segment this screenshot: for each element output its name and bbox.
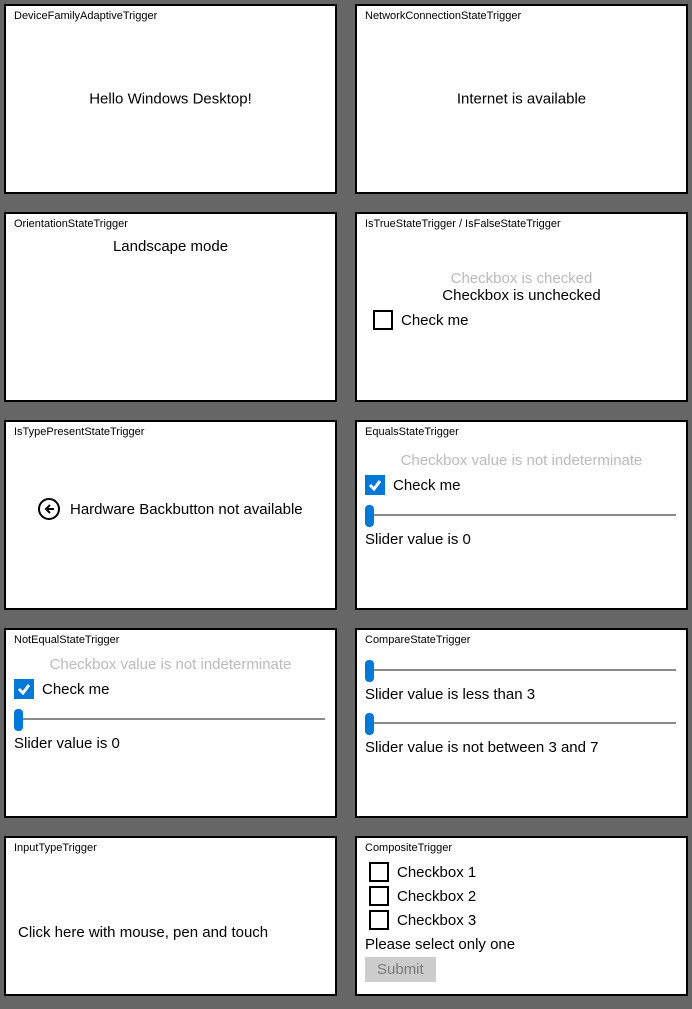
unchecked-message: Checkbox is unchecked — [365, 287, 678, 304]
checkme-checkbox[interactable] — [365, 475, 385, 495]
checkme-label: Check me — [401, 312, 469, 329]
checkbox-2-label: Checkbox 2 — [397, 888, 476, 905]
slider-2[interactable] — [365, 713, 678, 733]
card-title: CompositeTrigger — [365, 842, 678, 854]
card-orientation: OrientationStateTrigger Landscape mode — [4, 212, 337, 402]
card-title: IsTrueStateTrigger / IsFalseStateTrigger — [365, 218, 678, 230]
card-title: InputTypeTrigger — [14, 842, 327, 854]
card-true-false: IsTrueStateTrigger / IsFalseStateTrigger… — [355, 212, 688, 402]
input-type-message[interactable]: Click here with mouse, pen and touch — [18, 924, 327, 941]
card-not-equal: NotEqualStateTrigger Checkbox value is n… — [4, 628, 337, 818]
checkbox-3[interactable] — [369, 910, 389, 930]
slider-track — [371, 669, 676, 671]
slider-value-message: Slider value is 0 — [14, 735, 327, 752]
card-equals: EqualsStateTrigger Checkbox value is not… — [355, 420, 688, 610]
indeterminate-message: Checkbox value is not indeterminate — [365, 452, 678, 469]
checkme-label: Check me — [42, 681, 110, 698]
slider-track — [20, 718, 325, 720]
card-title: NetworkConnectionStateTrigger — [365, 10, 678, 22]
card-title: CompareStateTrigger — [365, 634, 678, 646]
compare-msg-1: Slider value is less than 3 — [365, 686, 678, 703]
back-arrow-icon — [38, 498, 60, 520]
card-compare: CompareStateTrigger Slider value is less… — [355, 628, 688, 818]
device-family-message: Hello Windows Desktop! — [89, 91, 252, 108]
card-input-type: InputTypeTrigger Click here with mouse, … — [4, 836, 337, 996]
slider[interactable] — [365, 505, 678, 525]
orientation-message: Landscape mode — [14, 238, 327, 255]
card-title: EqualsStateTrigger — [365, 426, 678, 438]
backbutton-message: Hardware Backbutton not available — [70, 501, 303, 518]
slider[interactable] — [14, 709, 327, 729]
checkme-checkbox[interactable] — [373, 310, 393, 330]
checkbox-2[interactable] — [369, 886, 389, 906]
submit-button[interactable]: Submit — [365, 957, 436, 982]
select-one-message: Please select only one — [365, 936, 678, 953]
checkbox-1[interactable] — [369, 862, 389, 882]
checkme-checkbox[interactable] — [14, 679, 34, 699]
checkbox-1-label: Checkbox 1 — [397, 864, 476, 881]
card-title: IsTypePresentStateTrigger — [14, 426, 327, 438]
card-network: NetworkConnectionStateTrigger Internet i… — [355, 4, 688, 194]
slider-1[interactable] — [365, 660, 678, 680]
checkbox-3-label: Checkbox 3 — [397, 912, 476, 929]
slider-thumb[interactable] — [14, 709, 23, 731]
slider-value-message: Slider value is 0 — [365, 531, 678, 548]
slider-thumb[interactable] — [365, 713, 374, 735]
compare-msg-2: Slider value is not between 3 and 7 — [365, 739, 678, 756]
card-title: DeviceFamilyAdaptiveTrigger — [14, 10, 327, 22]
card-type-present: IsTypePresentStateTrigger Hardware Backb… — [4, 420, 337, 610]
slider-thumb[interactable] — [365, 660, 374, 682]
checked-message: Checkbox is checked — [365, 270, 678, 287]
card-composite: CompositeTrigger Checkbox 1 Checkbox 2 C… — [355, 836, 688, 996]
card-title: OrientationStateTrigger — [14, 218, 327, 230]
network-message: Internet is available — [457, 91, 586, 108]
card-title: NotEqualStateTrigger — [14, 634, 327, 646]
indeterminate-message: Checkbox value is not indeterminate — [14, 656, 327, 673]
slider-thumb[interactable] — [365, 505, 374, 527]
card-device-family: DeviceFamilyAdaptiveTrigger Hello Window… — [4, 4, 337, 194]
slider-track — [371, 722, 676, 724]
slider-track — [371, 514, 676, 516]
checkme-label: Check me — [393, 477, 461, 494]
